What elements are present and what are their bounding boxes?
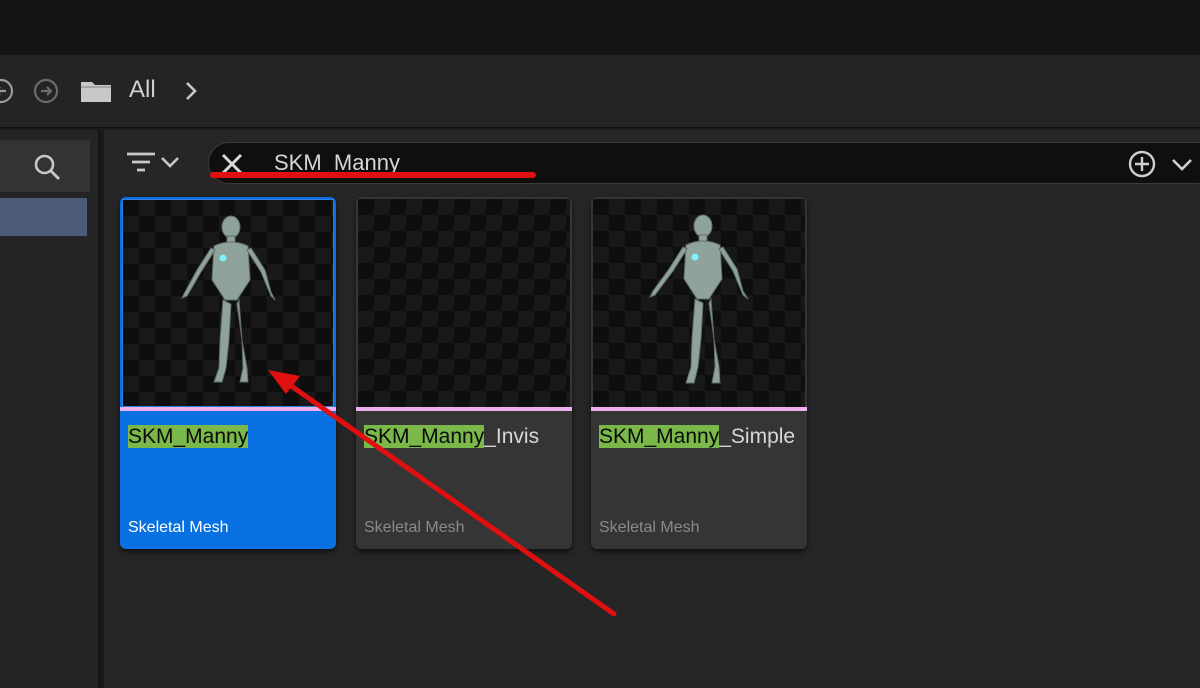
asset-type-color-bar [120,407,336,411]
add-search-filter-icon[interactable] [1127,149,1157,179]
asset-type-label: Skeletal Mesh [128,519,229,536]
search-icon [34,154,60,180]
asset-name-match: SKM_Manny [128,425,249,448]
asset-name-rest: _Simple [719,425,796,448]
search-options-chevron-icon[interactable] [1169,149,1195,179]
mannequin-figure-icon [180,215,276,383]
title-bar [0,0,1200,55]
forward-arrow-icon [33,78,59,104]
back-arrow-icon [0,78,14,104]
asset-name: SKM_Manny [128,423,328,451]
asset-thumbnail [358,199,570,407]
folder-icon [81,82,111,102]
sources-search-button[interactable] [0,140,90,192]
forward-button[interactable] [31,76,61,106]
asset-name-match: SKM_Manny [599,425,720,448]
back-button[interactable] [0,76,16,106]
asset-tile-skm-manny-simple[interactable]: SKM_Manny_Simple Skeletal Mesh [591,197,807,549]
asset-tile-skm-manny[interactable]: SKM_Manny Skeletal Mesh [120,197,336,549]
asset-name-match: SKM_Manny [364,425,485,448]
breadcrumb-all[interactable]: All [129,74,156,106]
filter-button[interactable] [124,144,190,180]
asset-type-label: Skeletal Mesh [364,519,465,536]
asset-type-color-bar [356,407,572,411]
sources-panel [0,130,101,688]
asset-thumbnail [122,199,334,407]
asset-type-color-bar [591,407,807,411]
folder-button[interactable] [78,76,114,106]
chevron-right-icon [186,82,197,100]
asset-name-rest: _Invis [484,425,540,448]
breadcrumb-separator[interactable] [178,76,204,106]
asset-tile-skm-manny-invis[interactable]: SKM_Manny_Invis Skeletal Mesh [356,197,572,549]
asset-name: SKM_Manny_Invis [364,423,564,451]
chevron-down-icon [161,157,179,168]
selected-folder-row[interactable] [0,198,87,236]
asset-thumbnail [593,199,805,407]
mannequin-figure-icon [648,214,749,384]
filter-icon [127,152,155,172]
asset-type-label: Skeletal Mesh [599,519,700,536]
annotation-underline [210,172,536,178]
asset-name: SKM_Manny_Simple [599,423,799,451]
